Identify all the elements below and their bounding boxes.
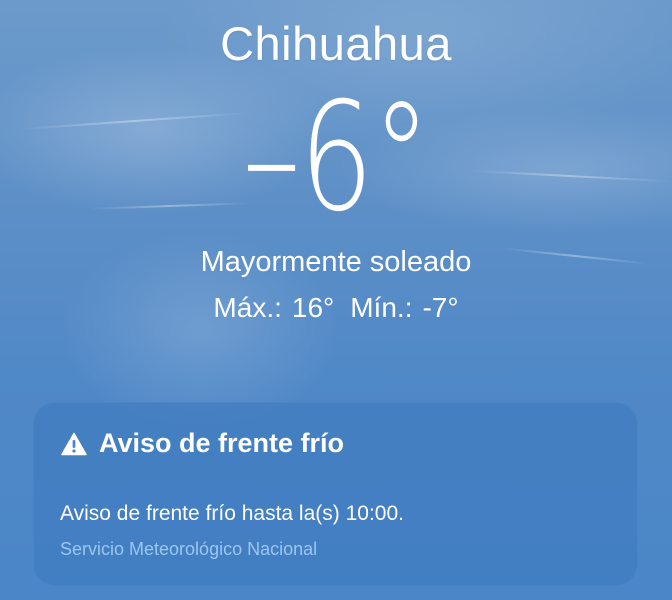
alert-title: Aviso de frente frío: [99, 428, 345, 458]
temperature-value: –6°: [242, 71, 431, 245]
alert-description: Aviso de frente frío hasta la(s) 10:00.: [60, 502, 404, 525]
high-label: Máx.:: [213, 292, 282, 323]
alert-header: Aviso de frente frío: [61, 428, 344, 459]
low-label: Mín.:: [350, 292, 413, 323]
low-value: -7°: [422, 292, 459, 323]
high-value: 16°: [291, 292, 335, 323]
city-name: Chihuahua: [220, 17, 452, 70]
high-low-temperatures: Máx.: 16° Mín.: -7°: [0, 292, 672, 324]
current-temperature: –6°: [0, 78, 672, 238]
alert-source-link[interactable]: Servicio Meteorológico Nacional: [60, 539, 317, 560]
warning-triangle-icon: [61, 432, 87, 455]
weather-condition: Mayormente soleado: [200, 246, 472, 278]
weather-alert-card[interactable]: Aviso de frente frío Aviso de frente frí…: [33, 402, 638, 586]
